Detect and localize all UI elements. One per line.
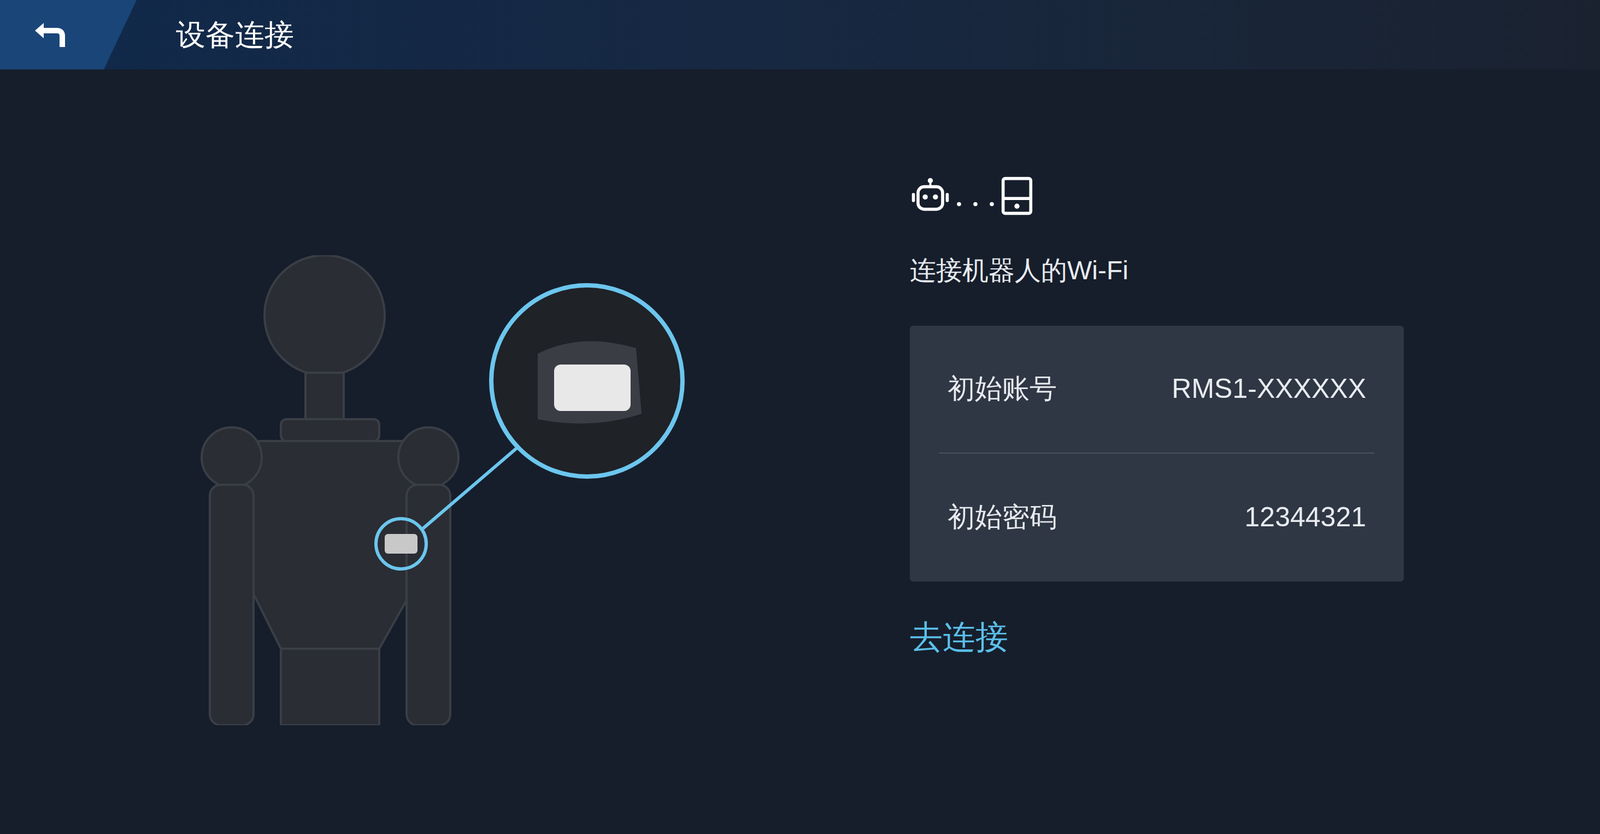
credential-label: 初始密码 [947, 496, 1057, 538]
credential-value: RMS1-XXXXXX [1171, 368, 1367, 410]
illustration-column [0, 69, 910, 834]
credential-row: 初始密码 12344321 [939, 453, 1375, 582]
back-arrow-icon [32, 20, 68, 50]
page-title: 设备连接 [175, 12, 294, 57]
credential-label: 初始账号 [947, 368, 1057, 410]
device-connect-screen: 设备连接连接机器人的Wi-Fi 初始账号 RMS1-XXXXXX 初始密码 123443… [0, 0, 1600, 834]
header-bar: 设备连接 [0, 0, 1600, 70]
connect-link[interactable]: 去连接 [909, 617, 1009, 657]
back-button[interactable] [0, 0, 137, 70]
connect-heading: 连接机器人的Wi-Fi [909, 254, 1404, 287]
content: 连接机器人的Wi-Fi 初始账号 RMS1-XXXXXX 初始密码 12344321 去连… [0, 69, 1600, 834]
credential-row: 初始账号 RMS1-XXXXXX [939, 325, 1375, 454]
device-icon [1000, 175, 1034, 217]
connect-panel: 连接机器人的Wi-Fi 初始账号 RMS1-XXXXXX 初始密码 12344321 去连… [909, 69, 1404, 834]
connecting-dots-icon [950, 175, 1000, 217]
robot-icon [909, 175, 951, 217]
credential-value: 12344321 [1244, 496, 1367, 538]
credentials-card: 初始账号 RMS1-XXXXXX 初始密码 12344321 [909, 325, 1404, 582]
connection-icons [909, 175, 1404, 217]
robot-image [198, 255, 746, 726]
